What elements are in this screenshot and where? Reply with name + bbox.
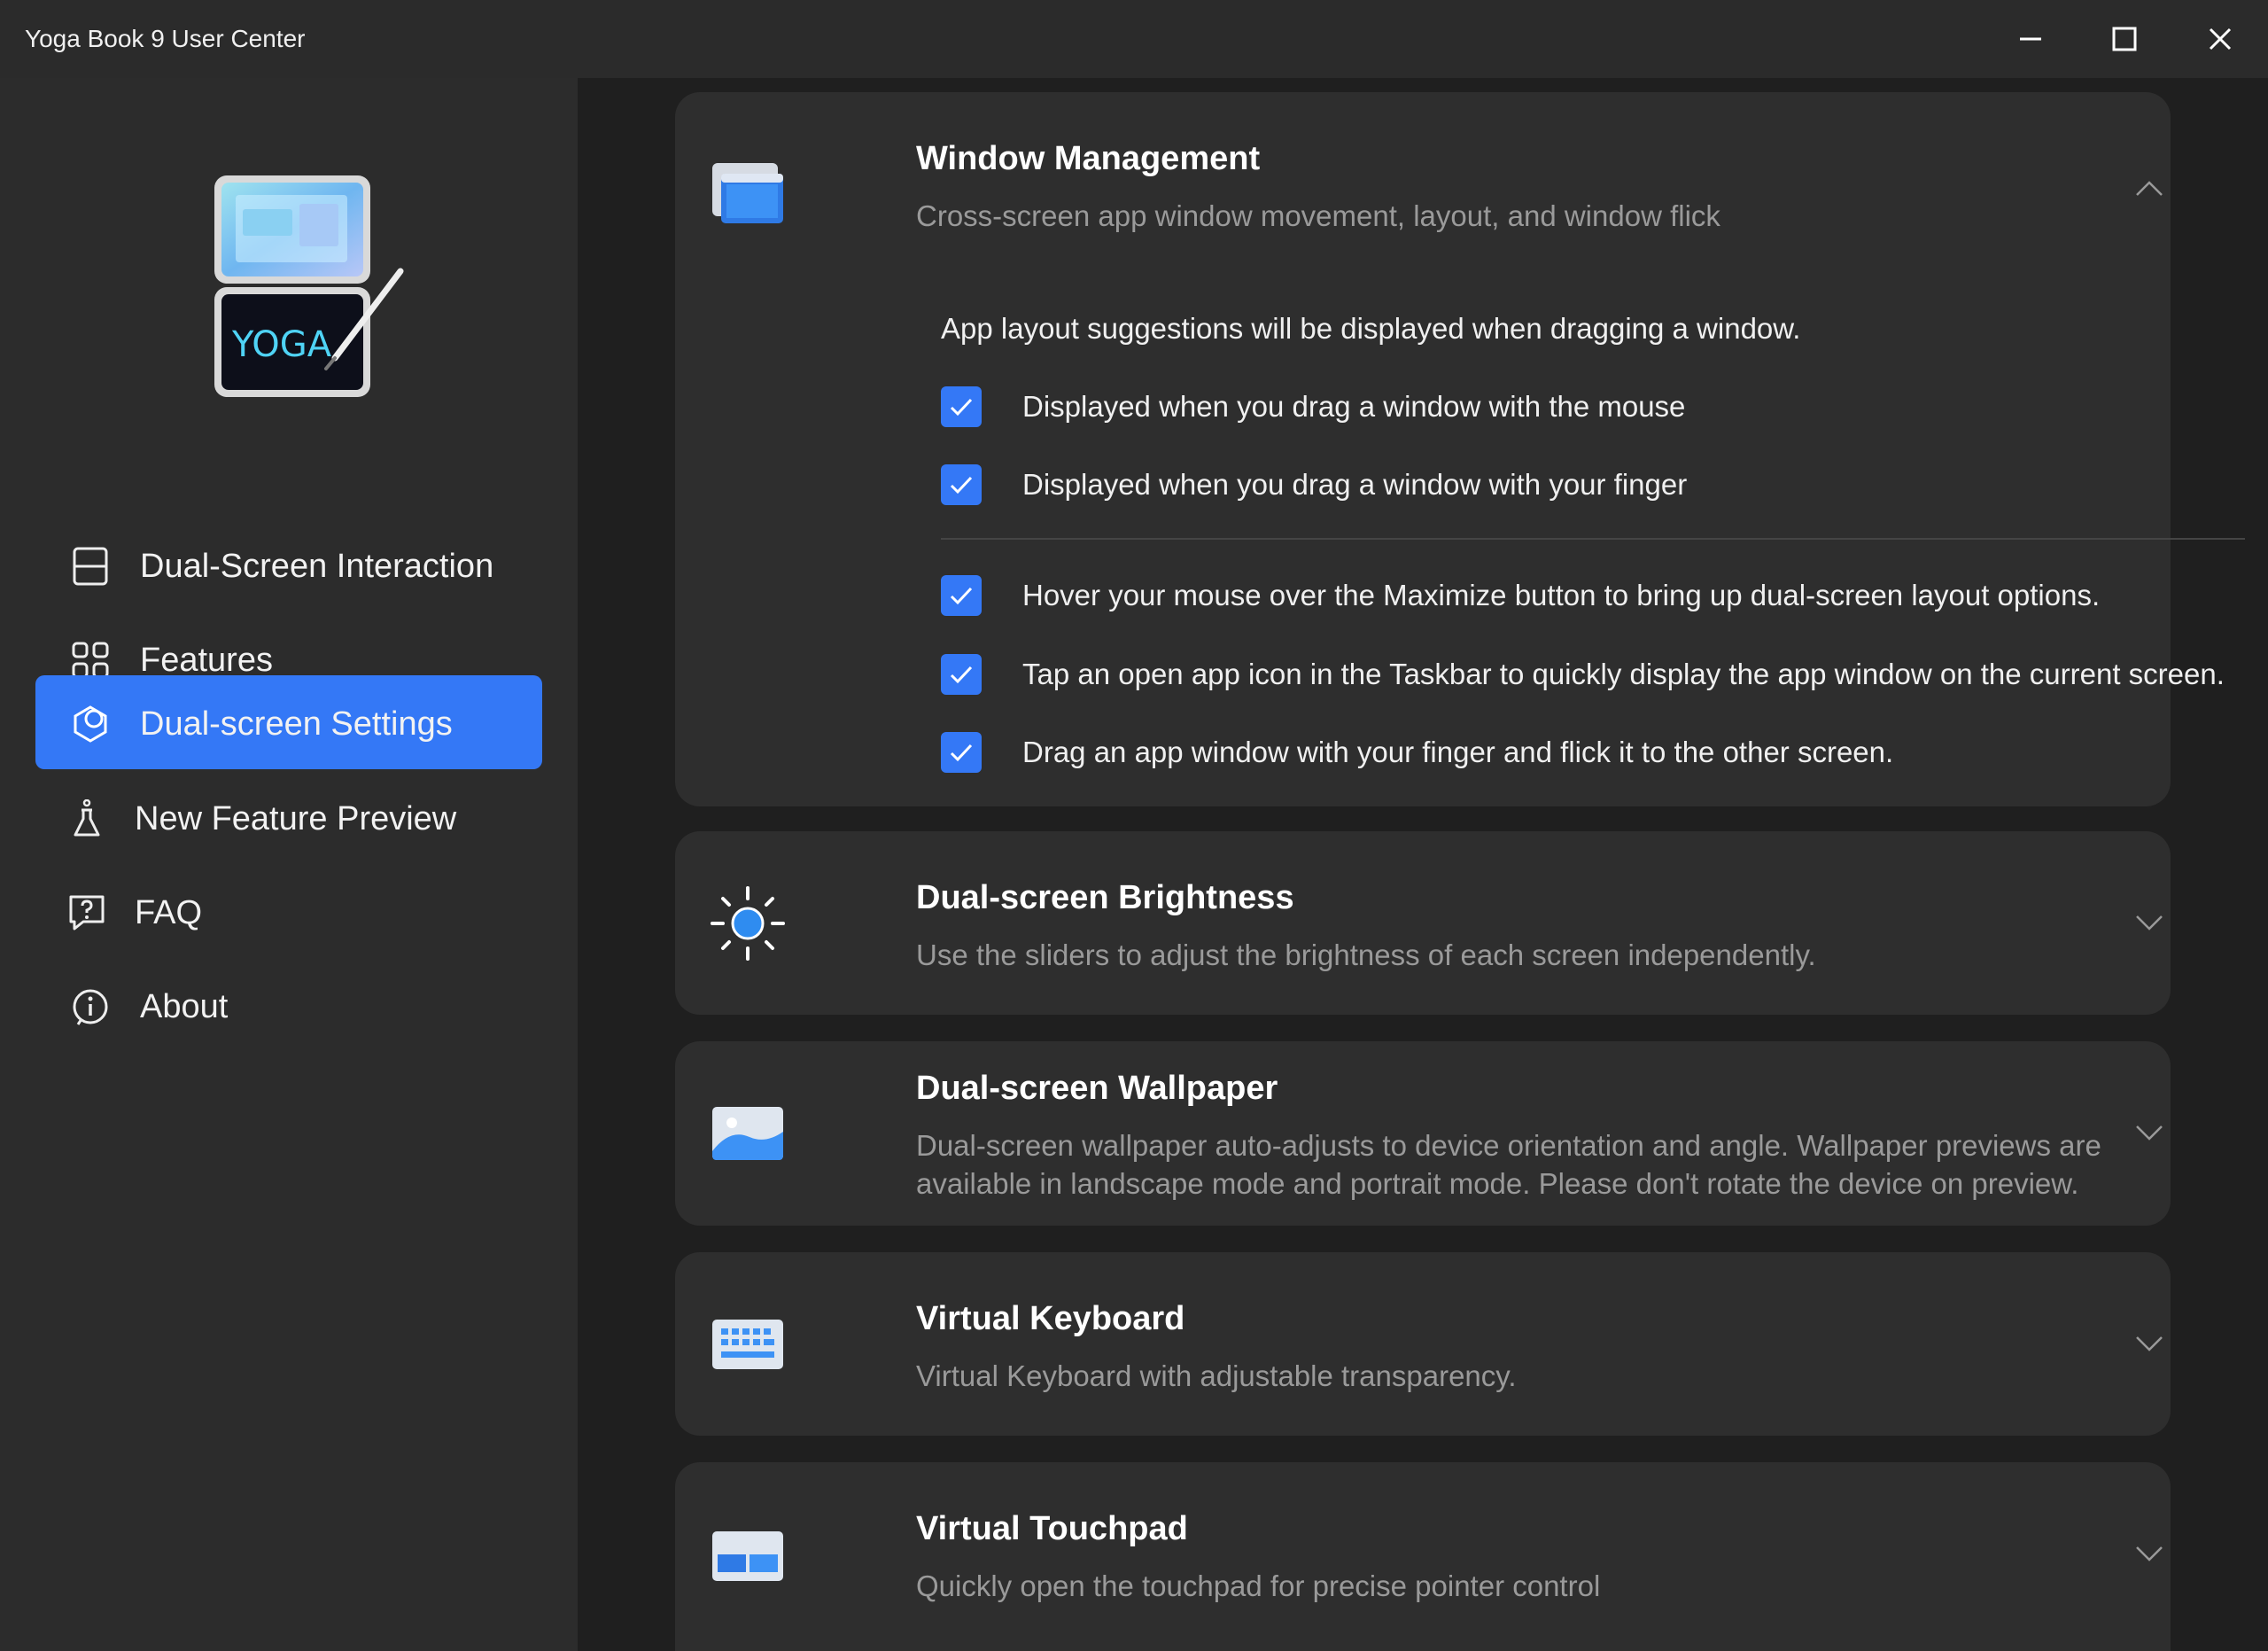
settings-icon (74, 705, 107, 743)
divider (941, 538, 2245, 540)
option-label: Hover your mouse over the Maximize butto… (1022, 579, 2101, 611)
maximize-icon (2112, 27, 2137, 51)
sidebar: YOGA Dual-Screen Interaction Features Du… (0, 78, 578, 1651)
window-title: Yoga Book 9 User Center (25, 25, 306, 52)
section-header[interactable]: Dual-screen Wallpaper Dual-screen wallpa… (675, 1041, 2171, 1226)
chevron-down-icon[interactable] (2132, 1114, 2167, 1149)
option-label: Drag an app window with your finger and … (1022, 736, 1894, 768)
title-bar: Yoga Book 9 User Center (0, 0, 2268, 78)
option-label: Displayed when you drag a window with yo… (1022, 468, 1688, 501)
sidebar-item-about[interactable]: About (35, 958, 542, 1052)
close-button[interactable] (2188, 12, 2252, 66)
sidebar-item-label: Dual-screen Settings (140, 705, 453, 743)
section-dual-screen-brightness: Dual-screen Brightness Use the sliders t… (675, 831, 2171, 1015)
section-description: Cross-screen app window movement, layout… (916, 199, 1720, 232)
sidebar-item-label: Dual-Screen Interaction (140, 548, 494, 585)
section-header[interactable]: Dual-screen Brightness Use the sliders t… (675, 831, 2171, 1015)
sidebar-item-label: About (140, 988, 229, 1025)
chevron-down-icon[interactable] (2132, 1535, 2167, 1570)
option-tap-taskbar[interactable]: Tap an open app icon in the Taskbar to q… (941, 652, 2225, 697)
checkbox[interactable] (941, 732, 982, 773)
checkbox[interactable] (941, 654, 982, 695)
section-header[interactable]: Window Management Cross-screen app windo… (675, 92, 2171, 269)
sidebar-item-label: Features (140, 642, 273, 679)
wallpaper-icon (712, 1107, 783, 1160)
minimize-button[interactable] (1999, 12, 2062, 66)
yoga-device-logo: YOGA (214, 175, 404, 397)
window-icon (712, 163, 783, 223)
option-drag-finger[interactable]: Displayed when you drag a window with yo… (941, 463, 1687, 507)
main-content: Window Management Cross-screen app windo… (578, 78, 2268, 1651)
section-description: Quickly open the touchpad for precise po… (916, 1569, 1601, 1602)
touchpad-icon (712, 1531, 783, 1581)
section-description: Virtual Keyboard with adjustable transpa… (916, 1359, 1517, 1392)
sidebar-item-dual-screen-interaction[interactable]: Dual-Screen Interaction (35, 518, 542, 611)
checkmark-icon (950, 587, 973, 605)
close-icon (2209, 27, 2232, 51)
section-header[interactable]: Virtual Keyboard Virtual Keyboard with a… (675, 1252, 2171, 1436)
section-title: Window Management (916, 140, 1261, 177)
sidebar-item-label: FAQ (135, 894, 203, 931)
section-title: Virtual Touchpad (916, 1510, 1188, 1547)
section-title: Virtual Keyboard (916, 1300, 1185, 1337)
checkmark-icon (950, 666, 973, 684)
sidebar-item-label: New Feature Preview (135, 800, 457, 837)
section-window-management: Window Management Cross-screen app windo… (675, 92, 2245, 806)
checkmark-icon (950, 744, 973, 762)
section-title: Dual-screen Wallpaper (916, 1070, 1278, 1107)
sidebar-item-dual-screen-settings[interactable]: Dual-screen Settings (35, 675, 542, 769)
option-drag-mouse[interactable]: Displayed when you drag a window with th… (941, 385, 1685, 429)
option-hover-maximize[interactable]: Hover your mouse over the Maximize butto… (941, 573, 2100, 618)
keyboard-icon (712, 1320, 783, 1369)
section-virtual-touchpad: Virtual Touchpad Quickly open the touchp… (675, 1462, 2171, 1651)
dual-screen-icon (73, 547, 108, 586)
features-grid-icon (72, 642, 109, 679)
svg-text:YOGA: YOGA (231, 324, 332, 365)
checkbox[interactable] (941, 464, 982, 505)
section-dual-screen-wallpaper: Dual-screen Wallpaper Dual-screen wallpa… (675, 1041, 2171, 1226)
checkbox[interactable] (941, 386, 982, 427)
app-window: Yoga Book 9 User Center YOGA Dual-Screen… (0, 0, 2268, 1651)
option-label: Tap an open app icon in the Taskbar to q… (1022, 658, 2225, 690)
layout-suggestions-intro: App layout suggestions will be displayed… (941, 312, 1801, 345)
maximize-button[interactable] (2093, 12, 2156, 66)
option-label: Displayed when you drag a window with th… (1022, 390, 1686, 423)
info-icon (73, 989, 108, 1025)
minimize-icon (2020, 37, 2041, 41)
section-description: Dual-screen wallpaper auto-adjusts to de… (916, 1129, 2101, 1200)
chevron-down-icon[interactable] (2132, 1325, 2167, 1360)
brightness-icon (711, 886, 785, 961)
chevron-down-icon[interactable] (2132, 904, 2167, 939)
question-icon (69, 895, 105, 931)
checkmark-icon (950, 398, 973, 417)
sidebar-item-faq[interactable]: FAQ (35, 864, 542, 958)
section-description: Use the sliders to adjust the brightness… (916, 938, 1816, 971)
checkbox[interactable] (941, 575, 982, 616)
checkmark-icon (950, 476, 973, 495)
section-title: Dual-screen Brightness (916, 879, 1294, 916)
chevron-up-icon[interactable] (2132, 172, 2167, 207)
section-header[interactable]: Virtual Touchpad Quickly open the touchp… (675, 1462, 2171, 1639)
flask-icon (74, 799, 100, 837)
section-virtual-keyboard: Virtual Keyboard Virtual Keyboard with a… (675, 1252, 2171, 1436)
sidebar-item-new-feature-preview[interactable]: New Feature Preview (35, 770, 542, 864)
option-flick-window[interactable]: Drag an app window with your finger and … (941, 730, 1893, 775)
